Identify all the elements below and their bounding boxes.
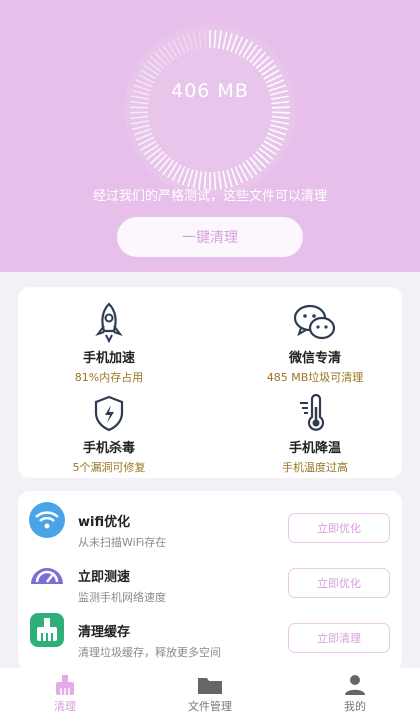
feature-title: 手机降温: [288, 441, 341, 456]
gauge-tick: [130, 106, 149, 109]
rocket-icon: [95, 302, 123, 343]
tab-mine[interactable]: 我的: [305, 668, 405, 720]
feature-cooldown[interactable]: 手机降温 手机温度过高: [240, 393, 390, 475]
tool-title: 立即测速: [78, 570, 131, 585]
tool-row-cache: 清理缓存 清理垃圾缓存，释放更多空间 立即清理: [18, 601, 402, 659]
user-icon: [345, 675, 365, 695]
tool-subtitle: 清理垃圾缓存，释放更多空间: [78, 646, 221, 659]
wifi-optimize-button[interactable]: 立即优化: [288, 513, 390, 543]
feature-title: 手机加速: [82, 351, 135, 366]
tab-file-manager[interactable]: 文件管理: [160, 668, 260, 720]
tool-title: 清理缓存: [78, 625, 131, 640]
feature-title: 微信专清: [288, 351, 341, 366]
features-card: 手机加速 81%内存占用 微信专清 485 MB垃圾可清理 手机杀毒 5个漏洞可…: [18, 287, 402, 478]
tool-row-wifi: wifi优化 从未扫描WiFi存在 立即优化: [18, 491, 402, 549]
gauge-background: [124, 24, 296, 196]
speedtest-optimize-button[interactable]: 立即优化: [288, 568, 390, 598]
tools-card: wifi优化 从未扫描WiFi存在 立即优化 立即测速 监测手机网络速度 立即优…: [18, 491, 402, 671]
tool-title: wifi优化: [78, 515, 131, 530]
storage-gauge: [124, 24, 296, 196]
feature-antivirus[interactable]: 手机杀毒 5个漏洞可修复: [34, 393, 184, 475]
feature-subtitle: 手机温度过高: [282, 461, 348, 474]
shield-icon: [94, 395, 124, 432]
bottom-tab-bar: 清理 文件管理 我的: [0, 668, 420, 720]
thermometer-icon: [300, 393, 325, 431]
wifi-icon: [29, 502, 65, 538]
gauge-tick: [130, 111, 149, 114]
tool-row-speedtest: 立即测速 监测手机网络速度 立即优化: [18, 546, 402, 604]
feature-phone-boost[interactable]: 手机加速 81%内存占用: [34, 301, 184, 385]
hero-description: 经过我们的严格测试，这些文件可以清理: [92, 189, 327, 204]
cache-clean-button[interactable]: 立即清理: [288, 623, 390, 653]
tab-label: 文件管理: [188, 700, 232, 713]
speedometer-icon: [31, 568, 63, 584]
wechat-icon: [293, 304, 336, 340]
broom-tab-icon: [56, 675, 74, 695]
folder-icon: [198, 678, 222, 694]
feature-subtitle: 5个漏洞可修复: [72, 461, 146, 474]
feature-subtitle: 485 MB垃圾可清理: [266, 371, 364, 384]
gauge-tick: [271, 111, 290, 114]
junk-size-value: 406 MB: [171, 80, 249, 102]
feature-wechat-clean[interactable]: 微信专清 485 MB垃圾可清理: [240, 301, 390, 385]
feature-subtitle: 81%内存占用: [74, 371, 144, 384]
tab-label: 清理: [54, 700, 76, 713]
feature-title: 手机杀毒: [82, 441, 135, 456]
broom-icon: [30, 613, 64, 647]
one-click-clean-button[interactable]: 一键清理: [117, 217, 303, 257]
tab-clean[interactable]: 清理: [15, 668, 115, 720]
gauge-tick: [271, 106, 290, 109]
tab-label: 我的: [344, 700, 366, 713]
